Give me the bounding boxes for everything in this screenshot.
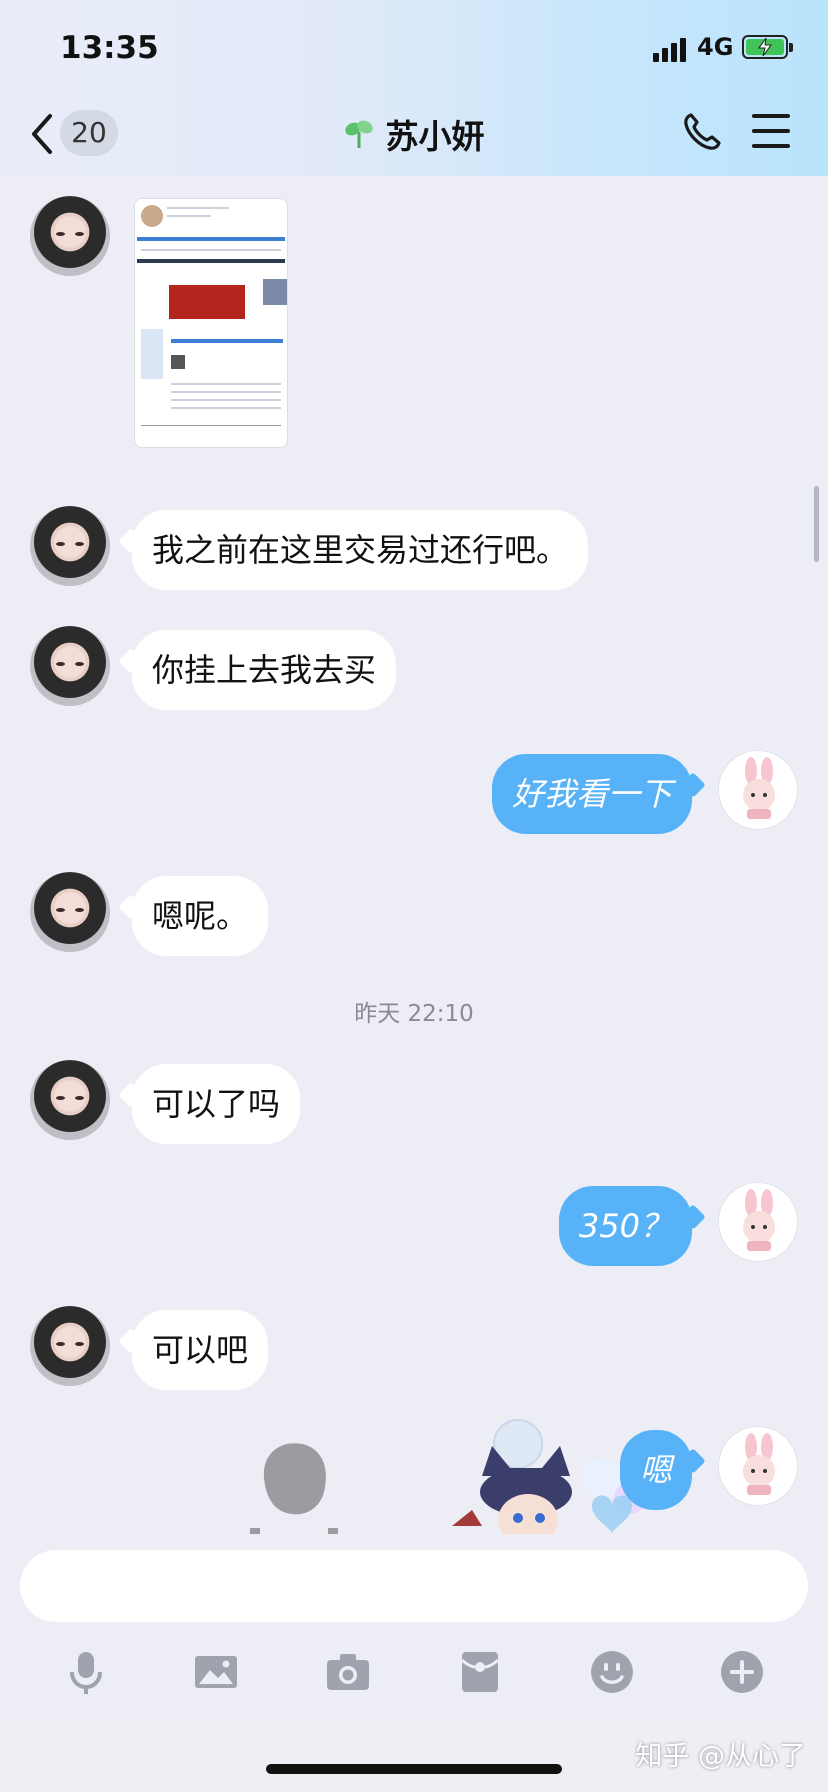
red-packet-icon[interactable] [456, 1648, 504, 1696]
image-message[interactable] [134, 198, 288, 448]
plus-icon[interactable] [718, 1648, 766, 1696]
user-avatar[interactable] [718, 1182, 798, 1262]
network-type: 4G [697, 33, 734, 61]
contact-avatar[interactable] [30, 1306, 110, 1386]
chat-header: 20 苏小妍 [0, 100, 828, 176]
contact-avatar[interactable] [30, 196, 110, 276]
received-message[interactable]: 嗯呢。 [132, 876, 269, 956]
sent-message[interactable]: 嗯 [619, 1430, 692, 1510]
received-message[interactable]: 可以吧 [132, 1310, 269, 1390]
message-timestamp: 昨天 22:10 [354, 1001, 474, 1027]
message-list[interactable]: 我之前在这里交易过还行吧。 你挂上去我去买 好我看一下 嗯呢。 昨天 22:10… [0, 176, 828, 1534]
status-bar: 13:35 4G [0, 0, 828, 100]
microphone-icon[interactable] [62, 1648, 110, 1696]
contact-name[interactable]: 苏小妍 [386, 110, 485, 158]
contact-avatar[interactable] [30, 506, 110, 586]
contact-avatar[interactable] [30, 872, 110, 952]
home-indicator[interactable] [266, 1764, 562, 1774]
message-input[interactable] [20, 1550, 808, 1622]
user-avatar[interactable] [718, 1426, 798, 1506]
emoji-icon[interactable] [588, 1648, 636, 1696]
image-icon[interactable] [192, 1648, 240, 1696]
status-time: 13:35 [60, 30, 159, 66]
received-message[interactable]: 你挂上去我去买 [132, 630, 397, 710]
watermark: 知乎 @从心了 [635, 1741, 806, 1772]
signal-icon [653, 36, 691, 62]
user-avatar[interactable] [718, 750, 798, 830]
sprout-icon [344, 120, 373, 148]
input-toolbar [0, 1640, 828, 1708]
sent-message[interactable]: 350？ [558, 1186, 692, 1266]
sent-message[interactable]: 好我看一下 [491, 754, 692, 834]
received-message[interactable]: 我之前在这里交易过还行吧。 [132, 510, 589, 590]
camera-icon[interactable] [324, 1648, 372, 1696]
battery-icon [742, 35, 793, 59]
gray-figure-sticker [250, 1443, 338, 1534]
phone-call-icon[interactable] [682, 112, 722, 152]
menu-icon[interactable] [752, 114, 790, 148]
contact-avatar[interactable] [30, 626, 110, 706]
received-message[interactable]: 可以了吗 [132, 1064, 301, 1144]
scrollbar[interactable] [814, 486, 819, 562]
contact-avatar[interactable] [30, 1060, 110, 1140]
